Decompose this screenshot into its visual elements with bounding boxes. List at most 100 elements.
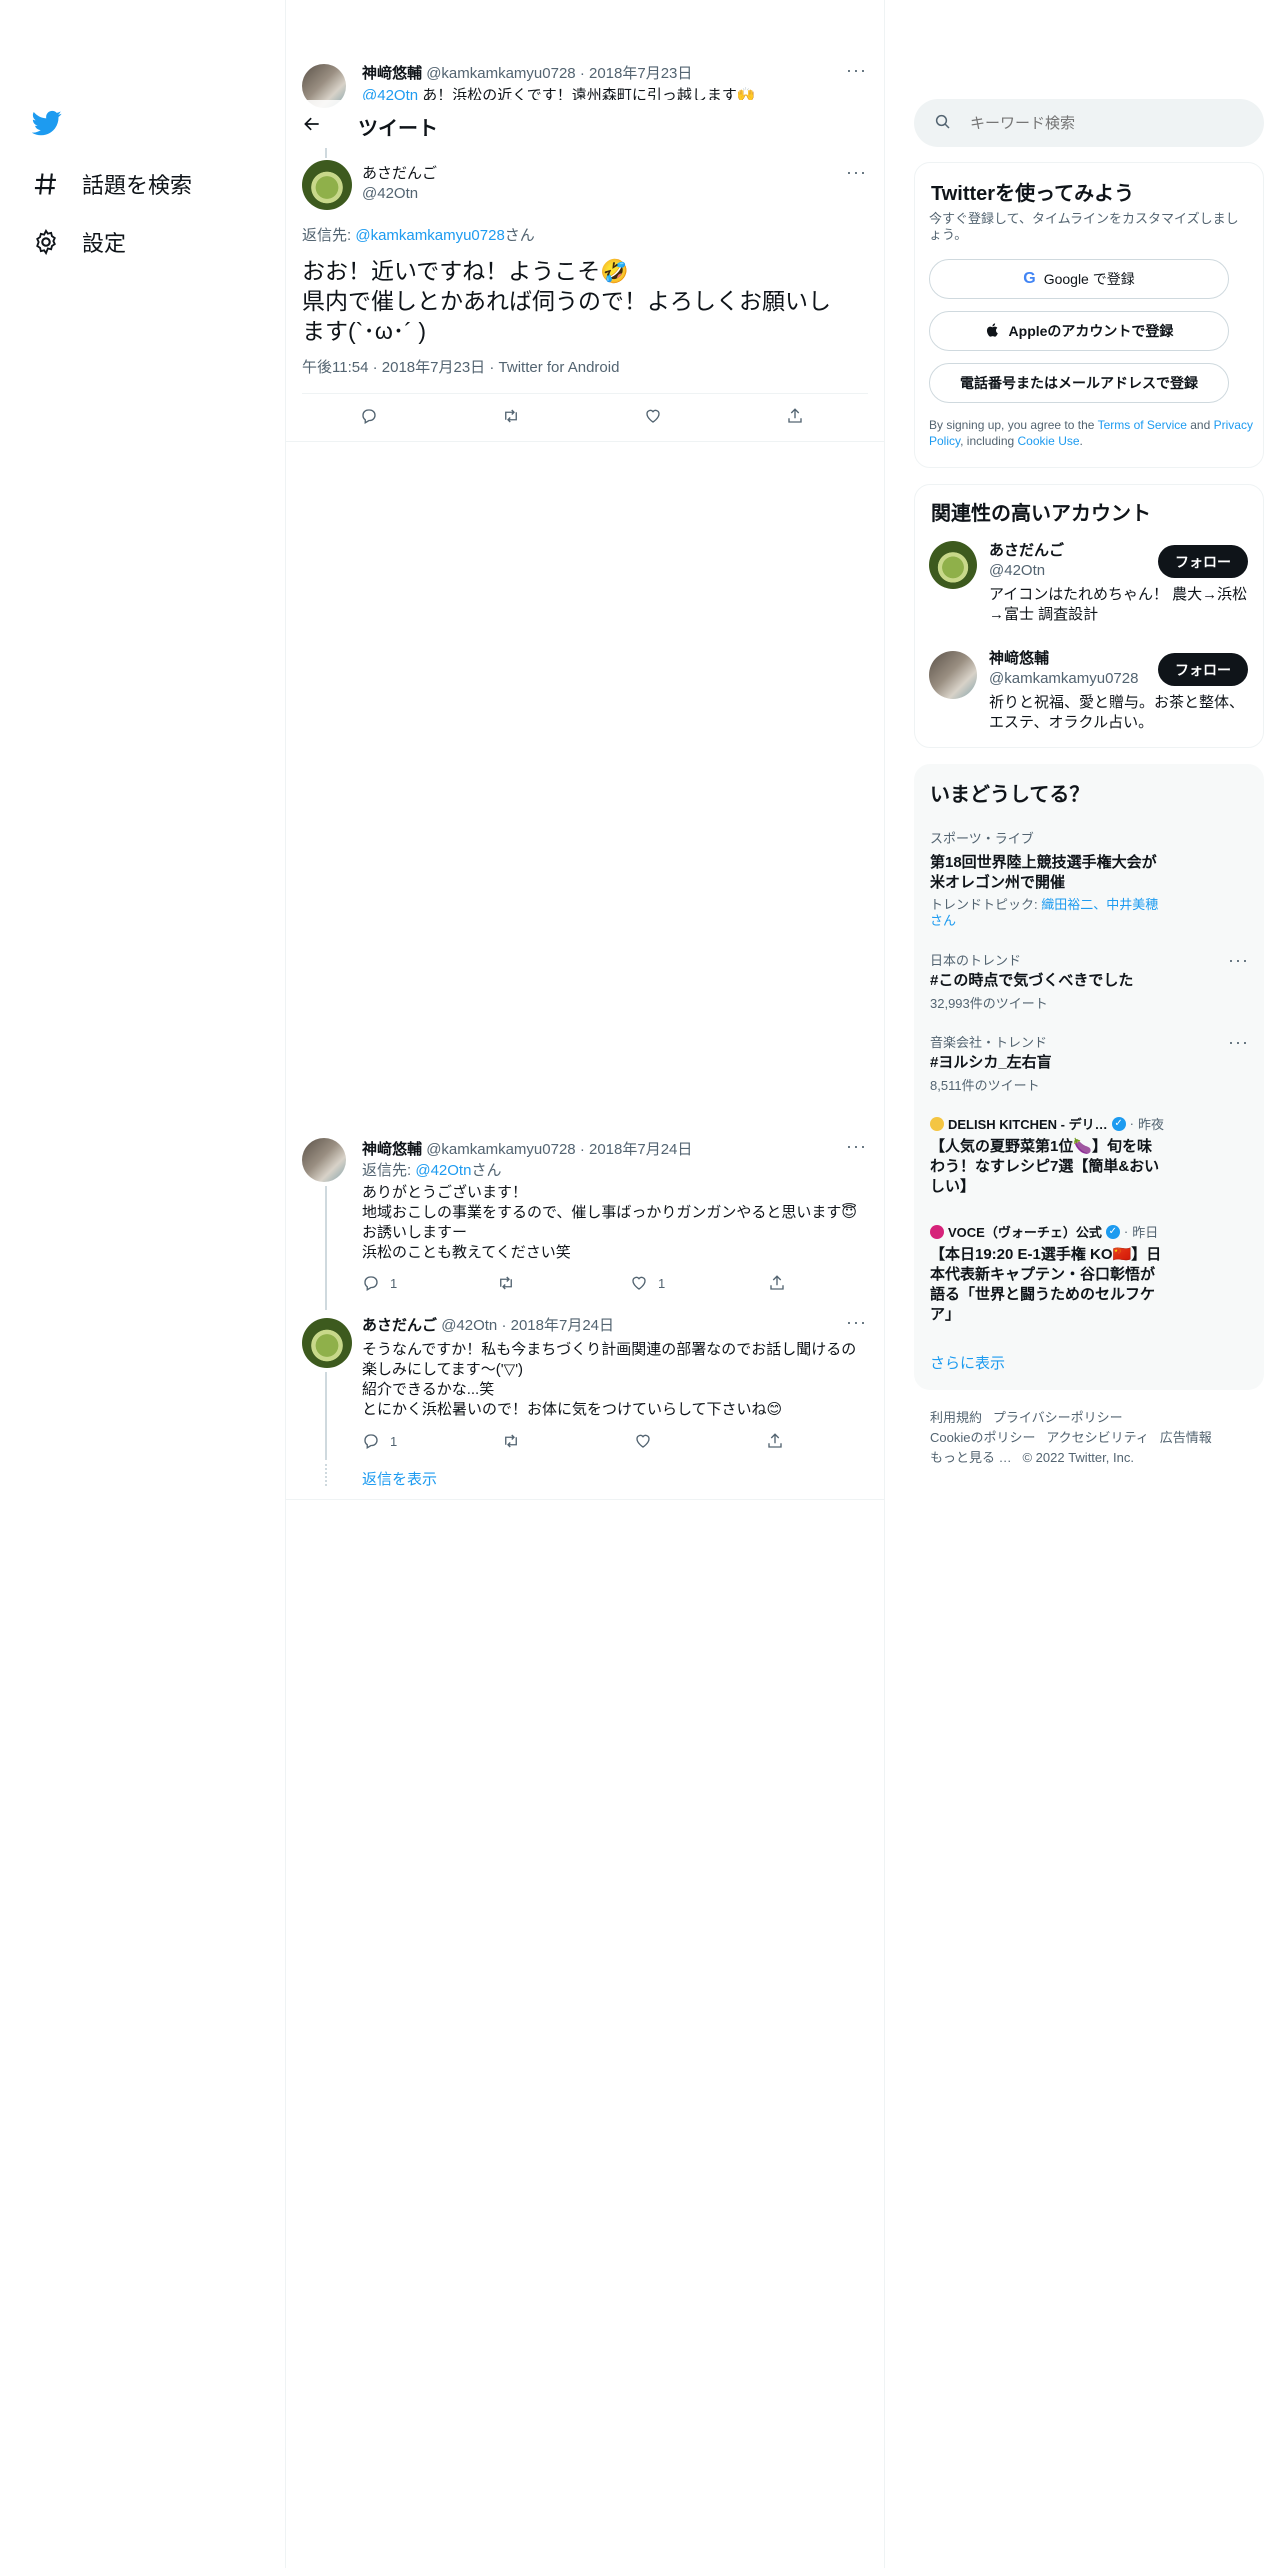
like-button[interactable]: [644, 407, 662, 425]
right-divider: [884, 0, 885, 2568]
tweet-time[interactable]: 午後11:54: [302, 359, 368, 376]
reply-count: 1: [390, 1433, 398, 1449]
like-button[interactable]: [634, 1432, 652, 1450]
footer-copyright: © 2022 Twitter, Inc.: [1022, 1450, 1134, 1465]
hashtag-icon: [34, 173, 56, 195]
main-tweet-text: おお！近いですね！ようこそ🤣 県内で催しとかあれば伺うので！よろしくお願いし ま…: [302, 258, 831, 344]
author-name[interactable]: 神﨑悠輔: [362, 65, 422, 82]
nav-settings[interactable]: 設定: [32, 226, 126, 258]
nav-explore-label: 話題を検索: [82, 173, 193, 198]
reply-to-link[interactable]: @kamkamkamyu0728: [355, 227, 504, 244]
heart-icon: [646, 409, 660, 423]
more-icon[interactable]: ···: [1228, 950, 1249, 971]
follow-button[interactable]: フォロー: [1158, 653, 1248, 686]
retweet-icon: [505, 409, 517, 423]
thread-line: [325, 1186, 327, 1310]
more-icon[interactable]: ···: [846, 162, 867, 183]
reply-icon: [362, 409, 376, 424]
reply-icon: [364, 1434, 378, 1449]
author-handle[interactable]: @kamkamkamyu0728: [426, 65, 575, 82]
main-author-name[interactable]: あさだんご: [362, 164, 437, 184]
more-icon[interactable]: ···: [1228, 1032, 1249, 1053]
search-bar[interactable]: [914, 99, 1264, 147]
avatar[interactable]: [302, 1138, 346, 1182]
google-icon: G: [1023, 270, 1036, 287]
share-button[interactable]: [766, 1432, 784, 1450]
retweet-icon: [500, 1276, 512, 1290]
share-button[interactable]: [786, 407, 804, 425]
terms-link[interactable]: Terms of Service: [1098, 418, 1187, 432]
trend-item[interactable]: 日本のトレンド #この時点で気づくべきでした 32,993件のツイート: [930, 950, 1250, 1012]
phone-email-signup-button[interactable]: 電話番号またはメールアドレスで登録: [929, 363, 1229, 403]
related-account-2[interactable]: 神﨑悠輔 @kamkamkamyu0728 フォロー 祈りと祝福、愛と贈与。お茶…: [915, 649, 1263, 739]
footer-accessibility[interactable]: アクセシビリティ: [1046, 1430, 1149, 1445]
footer-more[interactable]: もっと見る …: [930, 1450, 1012, 1465]
footer-cookie[interactable]: Cookieのポリシー: [930, 1430, 1035, 1445]
footer-privacy[interactable]: プライバシーポリシー: [993, 1410, 1123, 1425]
reply-to-link[interactable]: @42Otn: [415, 1162, 471, 1179]
avatar[interactable]: [929, 651, 977, 699]
retweet-icon: [505, 1434, 517, 1448]
footer-ads[interactable]: 広告情報: [1160, 1430, 1212, 1445]
back-arrow-icon[interactable]: [302, 114, 322, 134]
more-icon[interactable]: ···: [846, 1312, 867, 1333]
like-button[interactable]: 1: [630, 1274, 665, 1292]
retweet-button[interactable]: [502, 1432, 520, 1450]
avatar[interactable]: [302, 1318, 352, 1368]
author-handle[interactable]: @42Otn: [441, 1317, 497, 1334]
reply1-text: ありがとうございます！ 地域おこしの事業をするので、催し事ばっかりガンガンやると…: [362, 1184, 858, 1261]
apple-signup-button[interactable]: Appleのアカウントで登録: [929, 311, 1229, 351]
retweet-button[interactable]: [497, 1274, 515, 1292]
retweet-button[interactable]: [502, 407, 520, 425]
page-header: ツイート: [286, 100, 884, 148]
share-icon: [788, 408, 802, 423]
tweet-date[interactable]: 2018年7月24日: [511, 1317, 614, 1334]
news-item[interactable]: VOCE（ヴォーチェ）公式 ✓ · 昨日 【本日19:20 E-1選手権 KO🇨🇳…: [930, 1222, 1250, 1325]
google-signup-button[interactable]: G Google で登録: [929, 259, 1229, 299]
search-input[interactable]: [970, 111, 1240, 135]
reply-icon: [364, 1276, 378, 1291]
news-item[interactable]: DELISH KITCHEN - デリ… ✓ · 昨夜 【人気の夏野菜第1位🍆】旬…: [930, 1114, 1250, 1197]
twitter-logo-icon[interactable]: [31, 108, 64, 140]
reply1-header: 神﨑悠輔 @kamkamkamyu0728 · 2018年7月24日: [362, 1141, 693, 1158]
follow-button[interactable]: フォロー: [1158, 545, 1248, 578]
avatar[interactable]: [929, 541, 977, 589]
avatar[interactable]: [302, 160, 352, 210]
main-author-handle[interactable]: @42Otn: [362, 184, 418, 204]
left-divider: [285, 0, 286, 2568]
related-account-1[interactable]: あさだんご @42Otn フォロー アイコンはたれめちゃん！ 農大→浜松→富士 …: [915, 541, 1263, 641]
thread-dots: [325, 1464, 327, 1486]
gear-icon: [36, 229, 56, 256]
share-button[interactable]: [768, 1274, 786, 1292]
more-icon[interactable]: ···: [846, 1136, 867, 1157]
author-name[interactable]: あさだんご: [362, 1317, 437, 1334]
show-replies-link[interactable]: 返信を表示: [362, 1470, 437, 1490]
reply-button[interactable]: [360, 407, 378, 425]
account-bio: アイコンはたれめちゃん！ 農大→浜松→富士 調査設計: [989, 586, 1248, 623]
author-handle[interactable]: @kamkamkamyu0728: [426, 1141, 575, 1158]
account-name: 神﨑悠輔: [989, 650, 1050, 667]
prev-tweet-text: @42Otn あ！浜松の近くです！遠州森町に引っ越します🙌: [362, 87, 756, 100]
signup-legal: By signing up, you agree to the Terms of…: [929, 418, 1253, 448]
reply-button[interactable]: 1: [362, 1274, 397, 1292]
tweet-date[interactable]: 2018年7月24日: [589, 1141, 692, 1158]
author-name[interactable]: 神﨑悠輔: [362, 1141, 422, 1158]
tweet-date[interactable]: 2018年7月23日: [382, 359, 485, 376]
footer-terms[interactable]: 利用規約: [930, 1410, 982, 1425]
show-more-link[interactable]: さらに表示: [930, 1354, 1005, 1374]
reply2-text: そうなんですか！私も今まちづくり計画関連の部署なのでお話し聞けるの 楽しみにして…: [362, 1341, 857, 1418]
more-icon[interactable]: ···: [846, 60, 867, 81]
tweet-date[interactable]: 2018年7月23日: [589, 65, 692, 82]
divider: [286, 441, 884, 442]
trend-item[interactable]: スポーツ・ライブ 第18回世界陸上競技選手権大会が 米オレゴン州で開催 トレンド…: [930, 828, 1250, 929]
prev-tweet-header: 神﨑悠輔 @kamkamkamyu0728 · 2018年7月23日: [362, 65, 693, 82]
main-action-bar: [302, 393, 868, 441]
cookie-link[interactable]: Cookie Use: [1018, 434, 1080, 448]
nav-explore[interactable]: 話題を検索: [32, 168, 192, 200]
trend-item[interactable]: 音楽会社・トレンド #ヨルシカ_左右盲 8,511件のツイート: [930, 1032, 1250, 1094]
account-handle: @kamkamkamyu0728: [989, 670, 1139, 687]
reply-button[interactable]: 1: [362, 1432, 397, 1450]
share-icon: [768, 1433, 782, 1448]
signup-title: Twitterを使ってみよう: [931, 183, 1135, 205]
thread-line: [325, 148, 327, 158]
